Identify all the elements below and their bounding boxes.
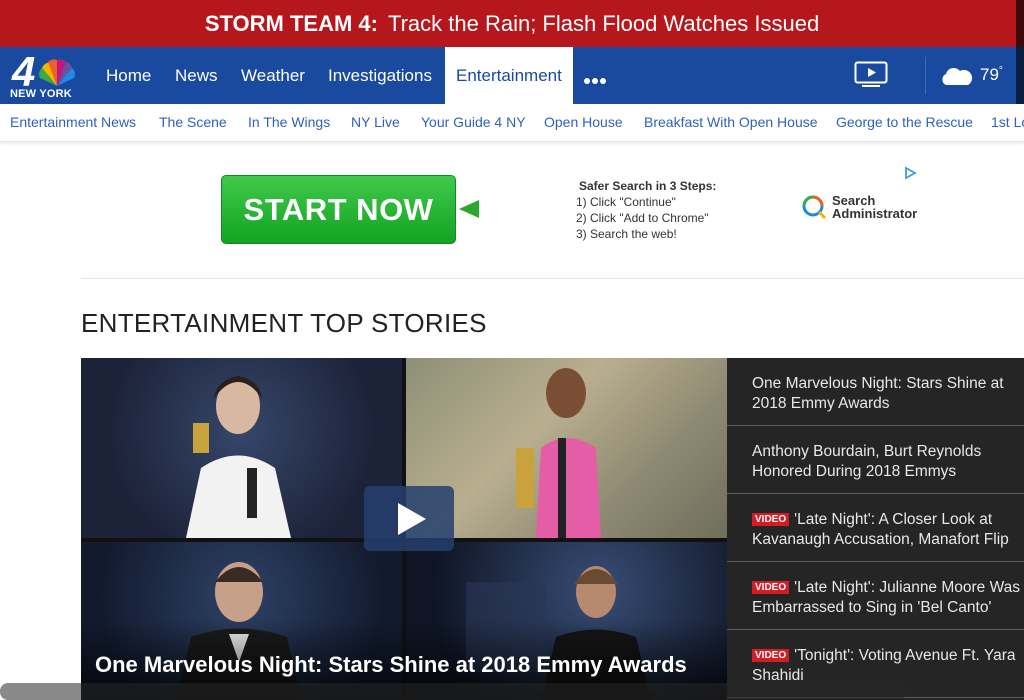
hero-gallery[interactable]: One Marvelous Night: Stars Shine at 2018… <box>81 358 727 700</box>
story-text: VIDEO 'Late Night': Julianne Moore Was Em… <box>752 578 1024 618</box>
main-nav: 4 NEW YORK Home News Weather Investigati… <box>0 47 1024 104</box>
ad-step: 2) Click "Add to Chrome" <box>576 211 709 225</box>
nbc-logo[interactable]: 4 NEW YORK <box>10 48 80 100</box>
nav-item-news[interactable]: News <box>175 47 218 104</box>
video-badge: VIDEO <box>752 649 790 662</box>
subnav-your-guide[interactable]: Your Guide 4 NY <box>421 104 526 141</box>
ad-step: 1) Click "Continue" <box>576 195 676 209</box>
degree-symbol: ° <box>998 65 1003 77</box>
story-text: VIDEO 'Tonight': Voting Avenue Ft. Yara S… <box>752 646 1024 686</box>
advertisement: START NOW Safer Search in 3 Steps: 1) Cl… <box>80 160 1024 275</box>
story-title: 'Late Night': Julianne Moore Was Embarra… <box>752 579 1021 616</box>
subnav-open-house[interactable]: Open House <box>544 104 623 141</box>
story-title: 'Late Night': A Closer Look at Kavanaugh… <box>752 511 1009 548</box>
story-text: VIDEO 'Late Night': A Closer Look at Kava… <box>752 510 1024 550</box>
peacock-icon <box>39 59 75 86</box>
temperature-value: 79 <box>980 65 999 84</box>
adchoices-icon[interactable] <box>903 166 917 180</box>
photo-tile <box>406 358 727 538</box>
video-badge: VIDEO <box>752 513 790 526</box>
window-edge <box>1016 0 1024 47</box>
more-dots-icon[interactable] <box>584 71 608 89</box>
page: STORM TEAM 4: Track the Rain; Flash Floo… <box>0 0 1024 700</box>
cloud-icon <box>942 67 973 85</box>
ad-brand-line2: Administrator <box>832 206 918 221</box>
storm-alert-text: Track the Rain; Flash Flood Watches Issu… <box>387 10 820 36</box>
play-icon <box>398 503 426 535</box>
nav-item-investigations[interactable]: Investigations <box>328 47 432 104</box>
subnav-entertainment-news[interactable]: Entertainment News <box>10 104 136 141</box>
photo-tile <box>81 358 402 538</box>
storm-alert-banner[interactable]: STORM TEAM 4: Track the Rain; Flash Floo… <box>0 0 1024 47</box>
hero-caption[interactable]: One Marvelous Night: Stars Shine at 2018… <box>95 652 687 678</box>
nav-divider <box>925 57 926 94</box>
logo-city: NEW YORK <box>10 88 72 100</box>
story-item[interactable]: Anthony Bourdain, Burt Reynolds Honored … <box>727 426 1024 494</box>
storm-alert-label: STORM TEAM 4: <box>204 10 378 36</box>
subnav-in-the-wings[interactable]: In The Wings <box>248 104 330 141</box>
search-admin-icon <box>802 195 827 220</box>
person-figure <box>516 368 601 538</box>
sub-nav: Entertainment News The Scene In The Wing… <box>0 104 1024 142</box>
person-figure <box>186 376 291 538</box>
subnav-first-look[interactable]: 1st Look <box>991 104 1024 141</box>
temperature[interactable]: 79° <box>980 65 1003 85</box>
story-title: 'Tonight': Voting Avenue Ft. Yara Shahid… <box>752 647 1016 684</box>
story-item[interactable]: One Marvelous Night: Stars Shine at 2018… <box>727 358 1024 426</box>
nav-item-weather[interactable]: Weather <box>241 47 305 104</box>
subnav-george-rescue[interactable]: George to the Rescue <box>836 104 973 141</box>
subnav-ny-live[interactable]: NY Live <box>351 104 400 141</box>
start-now-button[interactable]: START NOW <box>221 175 456 244</box>
story-title: One Marvelous Night: Stars Shine at 2018… <box>752 375 1004 412</box>
tv-icon[interactable] <box>854 61 888 89</box>
horizontal-scrollbar[interactable] <box>0 683 906 700</box>
play-button[interactable] <box>364 486 454 551</box>
subnav-breakfast-open-house[interactable]: Breakfast With Open House <box>644 104 818 141</box>
story-item[interactable]: VIDEO 'Late Night': A Closer Look at Kava… <box>727 494 1024 562</box>
ad-brand-name: Search Administrator <box>832 194 917 220</box>
subnav-the-scene[interactable]: The Scene <box>159 104 227 141</box>
story-title: Anthony Bourdain, Burt Reynolds Honored … <box>752 443 982 480</box>
video-badge: VIDEO <box>752 581 790 594</box>
story-item[interactable]: VIDEO 'Late Night': Julianne Moore Was Em… <box>727 562 1024 630</box>
arrow-left-icon <box>459 200 479 218</box>
ad-steps: Safer Search in 3 Steps: 1) Click "Conti… <box>576 178 716 242</box>
window-edge <box>1016 47 1024 104</box>
nav-item-entertainment[interactable]: Entertainment <box>445 47 573 104</box>
story-list: One Marvelous Night: Stars Shine at 2018… <box>727 358 1024 700</box>
section-title: ENTERTAINMENT TOP STORIES <box>81 308 487 338</box>
ad-steps-title: Safer Search in 3 Steps: <box>579 179 717 193</box>
divider <box>81 278 1024 279</box>
nav-item-home[interactable]: Home <box>106 47 151 104</box>
ad-step: 3) Search the web! <box>576 227 677 241</box>
ad-brand[interactable]: Search Administrator <box>800 193 917 226</box>
